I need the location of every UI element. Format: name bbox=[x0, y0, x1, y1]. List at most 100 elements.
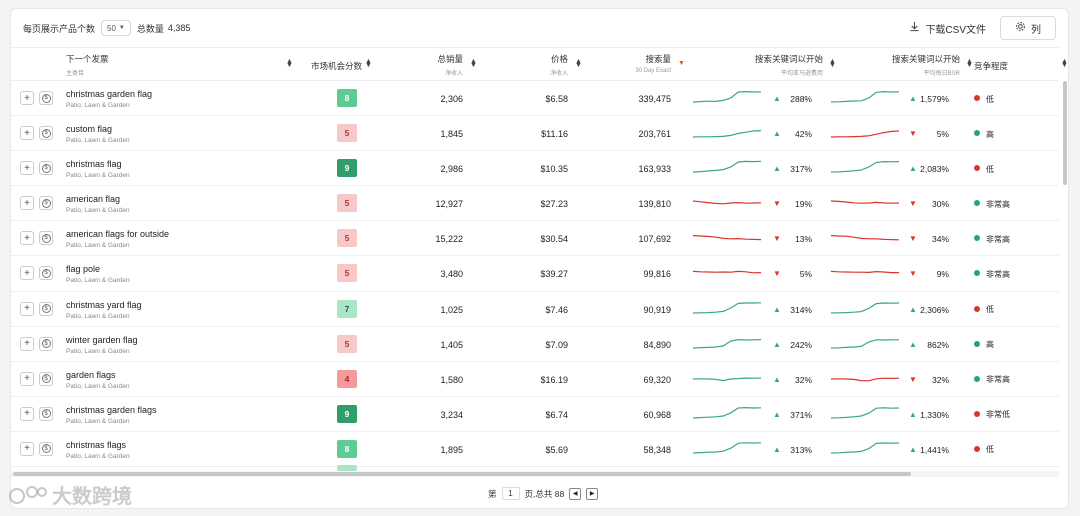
sort-icon[interactable]: ▲ ▼ bbox=[575, 58, 582, 69]
table-row[interactable]: + $ christmas yard flag Patio, Lawn & Ga… bbox=[11, 292, 1059, 327]
col-price-header[interactable]: 价格 净收入 bbox=[516, 53, 568, 77]
competition-dot bbox=[974, 410, 980, 417]
per-page-select[interactable]: 50 ▼ bbox=[101, 20, 131, 36]
add-keyword-button[interactable]: + bbox=[20, 196, 34, 211]
table-row[interactable]: + $ christmas flag Patio, Lawn & Garden … bbox=[11, 151, 1059, 187]
trend1-sparkline bbox=[693, 377, 761, 381]
vertical-scrollbar[interactable] bbox=[1061, 47, 1068, 477]
sort-desc-icon[interactable]: ▼ bbox=[678, 60, 685, 67]
dollar-button[interactable]: $ bbox=[39, 126, 53, 141]
total-label: 总数量 bbox=[136, 23, 164, 34]
dollar-button[interactable]: $ bbox=[39, 301, 53, 316]
trend2-percent: 34% bbox=[931, 234, 949, 245]
add-keyword-button[interactable]: + bbox=[20, 406, 34, 421]
col-keyword-header[interactable]: 下一个发票 主类目 bbox=[66, 53, 109, 77]
download-icon bbox=[909, 21, 920, 35]
col-competition-header[interactable]: 竞争程度 bbox=[974, 60, 1008, 72]
category-text: Patio, Lawn & Garden bbox=[66, 242, 130, 250]
add-keyword-button[interactable]: + bbox=[20, 91, 34, 105]
opportunity-score-badge: 5 bbox=[337, 264, 357, 283]
vertical-scroll-thumb[interactable] bbox=[1063, 81, 1067, 185]
sort-icon[interactable]: ▲ ▼ bbox=[829, 58, 836, 69]
table-row[interactable]: + $ christmas garden flags Patio, Lawn &… bbox=[11, 397, 1059, 432]
keyword-text[interactable]: american flag bbox=[66, 194, 120, 204]
keyword-text[interactable]: garden flags bbox=[66, 370, 116, 380]
dollar-button[interactable]: $ bbox=[39, 266, 53, 281]
add-keyword-button[interactable]: + bbox=[20, 371, 34, 386]
add-keyword-button[interactable]: + bbox=[20, 266, 34, 281]
price-value: $7.46 bbox=[545, 304, 568, 315]
horizontal-scrollbar[interactable] bbox=[11, 471, 1059, 477]
add-keyword-button[interactable]: + bbox=[20, 161, 34, 176]
keyword-text[interactable]: custom flag bbox=[66, 124, 112, 134]
add-keyword-button[interactable]: + bbox=[20, 336, 34, 351]
page-number-input[interactable]: 1 bbox=[501, 487, 520, 500]
trend2-line bbox=[831, 90, 899, 103]
next-page-button[interactable]: ▶ bbox=[586, 487, 599, 500]
sales-value: 1,895 bbox=[440, 444, 463, 455]
dollar-button[interactable]: $ bbox=[39, 441, 53, 456]
table-row[interactable]: + $ christmas garden flag Patio, Lawn & … bbox=[11, 81, 1059, 117]
keyword-text[interactable]: flag pole bbox=[66, 264, 100, 274]
add-keyword-button[interactable]: + bbox=[20, 126, 34, 141]
col-trend1-header[interactable]: 搜索关键词以开始 平均亚马逊费用 bbox=[731, 53, 823, 77]
sort-icon[interactable]: ▲ ▼ bbox=[966, 58, 973, 69]
keyword-text[interactable]: winter garden flag bbox=[66, 335, 138, 345]
watermark-text: 大数跨境 bbox=[52, 486, 132, 508]
dollar-button[interactable]: $ bbox=[39, 196, 53, 211]
trend2-sparkline bbox=[831, 235, 899, 241]
trend1-percent: 32% bbox=[794, 374, 812, 385]
trend1-sparkline bbox=[693, 90, 761, 103]
table-row[interactable]: + $ american flag Patio, Lawn & Garden 5… bbox=[11, 186, 1059, 222]
competition-text: 低 bbox=[986, 305, 994, 315]
columns-button[interactable]: 列 bbox=[1000, 16, 1056, 40]
trend1-line bbox=[693, 442, 761, 454]
horizontal-scroll-thumb[interactable] bbox=[13, 472, 911, 476]
table-row[interactable]: + $ flag pole Patio, Lawn & Garden 5 3,4… bbox=[11, 256, 1059, 292]
sales-value: 1,845 bbox=[440, 129, 463, 140]
table-row[interactable]: + $ christmas flags Patio, Lawn & Garden… bbox=[11, 432, 1059, 468]
sales-value: 15,222 bbox=[435, 234, 463, 245]
download-csv-button[interactable]: 下载CSV文件 bbox=[909, 21, 986, 36]
sort-icon[interactable]: ▲ ▼ bbox=[286, 58, 293, 69]
keyword-text[interactable]: christmas flag bbox=[66, 159, 122, 169]
table-row[interactable]: + $ winter garden flag Patio, Lawn & Gar… bbox=[11, 327, 1059, 362]
col-score-header[interactable]: 市场机会分数 bbox=[311, 60, 362, 72]
col-score-title: 市场机会分数 bbox=[311, 61, 363, 71]
prev-page-button[interactable]: ◀ bbox=[569, 487, 582, 500]
keyword-text[interactable]: american flags for outside bbox=[66, 229, 169, 239]
search-volume-value: 69,320 bbox=[643, 374, 671, 385]
add-keyword-button[interactable]: + bbox=[20, 231, 34, 246]
dollar-button[interactable]: $ bbox=[39, 161, 53, 176]
opportunity-score-badge: 5 bbox=[337, 229, 357, 248]
sort-icon[interactable]: ▲ ▼ bbox=[365, 58, 372, 69]
add-keyword-button[interactable]: + bbox=[20, 301, 34, 316]
col-sales-header[interactable]: 总销量 净收入 bbox=[411, 53, 463, 77]
add-keyword-button[interactable]: + bbox=[20, 441, 34, 456]
dollar-button[interactable]: $ bbox=[39, 371, 53, 386]
caret-down-icon: ▼ bbox=[118, 25, 125, 31]
dollar-icon: $ bbox=[41, 93, 51, 103]
keyword-text[interactable]: christmas garden flag bbox=[66, 89, 152, 99]
table-row[interactable]: + $ garden flags Patio, Lawn & Garden 4 … bbox=[11, 362, 1059, 397]
dollar-button[interactable]: $ bbox=[39, 336, 53, 351]
table-row[interactable]: + $ american flags for outside Patio, La… bbox=[11, 221, 1059, 257]
col-trend2-header[interactable]: 搜索关键词以开始 平均每日BSR bbox=[866, 53, 960, 77]
search-volume-value: 58,348 bbox=[643, 444, 671, 455]
trend1-percent: 288% bbox=[790, 94, 812, 104]
pagination: 第 1 页,总共 88 ◀ ▶ bbox=[488, 487, 599, 500]
dollar-button[interactable]: $ bbox=[39, 406, 53, 421]
dollar-button[interactable]: $ bbox=[39, 91, 53, 105]
keyword-text[interactable]: christmas garden flags bbox=[66, 405, 157, 415]
opportunity-score-badge: 5 bbox=[337, 334, 357, 353]
table-row[interactable]: + $ custom flag Patio, Lawn & Garden 5 1… bbox=[11, 116, 1059, 152]
competition-dot bbox=[974, 200, 980, 207]
competition-text: 非常低 bbox=[986, 410, 1010, 420]
col-search-header[interactable]: 搜索量 30 Day Exact bbox=[611, 53, 671, 74]
competition-text: 低 bbox=[986, 94, 994, 104]
trend2-sparkline bbox=[831, 338, 899, 349]
sort-icon[interactable]: ▲ ▼ bbox=[470, 58, 477, 69]
keyword-text[interactable]: christmas yard flag bbox=[66, 300, 142, 310]
keyword-text[interactable]: christmas flags bbox=[66, 440, 126, 450]
dollar-button[interactable]: $ bbox=[39, 231, 53, 246]
